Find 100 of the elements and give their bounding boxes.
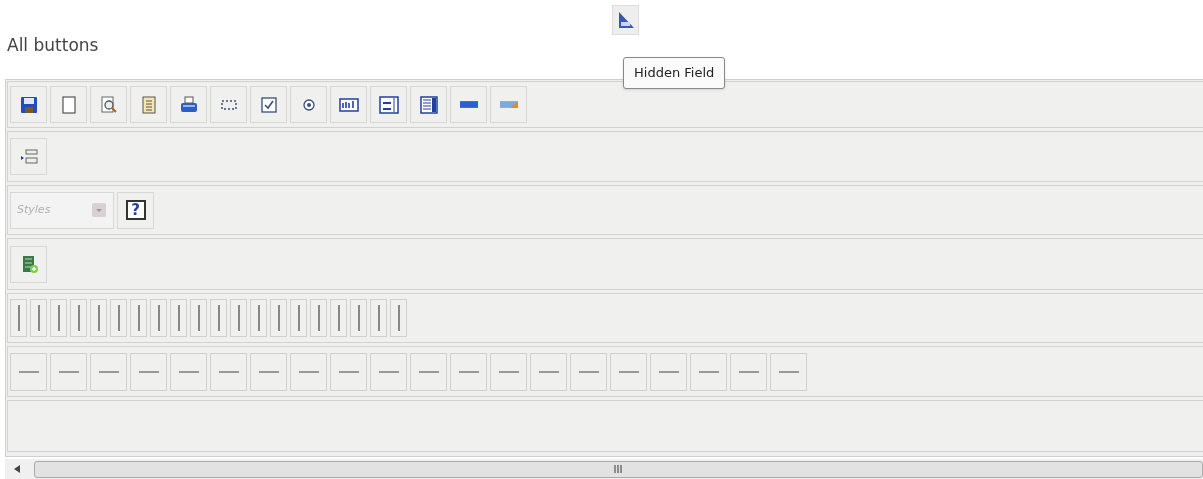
- vertical-line-icon: [397, 305, 400, 331]
- hidden-field-button[interactable]: [612, 5, 639, 35]
- image-button-icon: [499, 101, 518, 108]
- grip-icon: [614, 465, 623, 473]
- section-heading: All buttons: [7, 34, 99, 57]
- horizontal-rule-button[interactable]: [690, 352, 727, 391]
- horizontal-rule-button[interactable]: [530, 352, 567, 391]
- horizontal-line-icon: [58, 370, 79, 373]
- horizontal-rule-button[interactable]: [410, 352, 447, 391]
- horizontal-line-icon: [538, 370, 559, 373]
- horizontal-rule-button[interactable]: [10, 352, 47, 391]
- horizontal-rule-button[interactable]: [90, 352, 127, 391]
- form-button-button[interactable]: [450, 86, 487, 123]
- selection-list-button[interactable]: [410, 86, 447, 123]
- separator-button[interactable]: [290, 299, 307, 337]
- horizontal-rule-button[interactable]: [610, 352, 647, 391]
- option-insert-button[interactable]: [290, 86, 327, 123]
- separator-button[interactable]: [390, 299, 407, 337]
- media-button[interactable]: [10, 245, 47, 283]
- indent-button[interactable]: [10, 138, 47, 175]
- indent-icon: [18, 146, 39, 167]
- horizontal-line-icon: [498, 370, 519, 373]
- list-box-icon: [418, 94, 439, 115]
- horizontal-rule-button[interactable]: [730, 352, 767, 391]
- vertical-line-icon: [77, 305, 80, 331]
- horizontal-line-icon: [738, 370, 759, 373]
- horizontal-rule-button[interactable]: [450, 352, 487, 391]
- horizontal-rule-button[interactable]: [490, 352, 527, 391]
- vertical-line-icon: [337, 305, 340, 331]
- horizontal-rule-button[interactable]: [650, 352, 687, 391]
- text-field-button[interactable]: [330, 86, 367, 123]
- save-button[interactable]: [10, 86, 47, 123]
- vertical-line-icon: [197, 305, 200, 331]
- separator-button[interactable]: [110, 299, 127, 337]
- horizontal-line-icon: [418, 370, 439, 373]
- separator-button[interactable]: [10, 299, 27, 337]
- vertical-line-icon: [57, 305, 60, 331]
- templates-button[interactable]: [130, 86, 167, 123]
- horizontal-rule-button[interactable]: [170, 352, 207, 391]
- vertical-line-icon: [257, 305, 260, 331]
- horizontal-line-icon: [698, 370, 719, 373]
- horizontal-line-icon: [218, 370, 239, 373]
- vertical-line-icon: [277, 305, 280, 331]
- horizontal-line-icon: [98, 370, 119, 373]
- separator-button[interactable]: [310, 299, 327, 337]
- image-button-button[interactable]: [490, 86, 527, 123]
- horizontal-rule-button[interactable]: [290, 352, 327, 391]
- separator-button[interactable]: [330, 299, 347, 337]
- horizontal-rule-button[interactable]: [210, 352, 247, 391]
- horizontal-rule-button[interactable]: [330, 352, 367, 391]
- separator-button[interactable]: [130, 299, 147, 337]
- vertical-line-icon: [137, 305, 140, 331]
- separator-button[interactable]: [70, 299, 87, 337]
- horizontal-rule-button[interactable]: [50, 352, 87, 391]
- vertical-line-icon: [297, 305, 300, 331]
- separator-button[interactable]: [210, 299, 227, 337]
- separator-button[interactable]: [230, 299, 247, 337]
- horizontal-rule-button[interactable]: [770, 352, 807, 391]
- horizontal-line-icon: [178, 370, 199, 373]
- help-button[interactable]: ?: [117, 191, 154, 229]
- vertical-line-icon: [117, 305, 120, 331]
- new-page-button[interactable]: [50, 86, 87, 123]
- vertical-line-icon: [217, 305, 220, 331]
- preview-button[interactable]: [90, 86, 127, 123]
- horizontal-rule-button[interactable]: [570, 352, 607, 391]
- checkbox-icon: [258, 94, 279, 115]
- horizontal-line-icon: [618, 370, 639, 373]
- separator-button[interactable]: [90, 299, 107, 337]
- separator-button[interactable]: [50, 299, 67, 337]
- vertical-line-icon: [17, 305, 20, 331]
- separator-button[interactable]: [270, 299, 287, 337]
- vertical-line-icon: [157, 305, 160, 331]
- separator-button[interactable]: [170, 299, 187, 337]
- print-button[interactable]: [170, 86, 207, 123]
- separator-button[interactable]: [150, 299, 167, 337]
- separator-button[interactable]: [370, 299, 387, 337]
- vertical-line-icon: [177, 305, 180, 331]
- horizontal-line-icon: [458, 370, 479, 373]
- horizontal-line-icon: [298, 370, 319, 373]
- vertical-line-icon: [317, 305, 320, 331]
- horizontal-line-icon: [338, 370, 359, 373]
- scroll-left-icon: [14, 465, 20, 473]
- separator-button[interactable]: [350, 299, 367, 337]
- form-button[interactable]: [210, 86, 247, 123]
- horizontal-line-icon: [138, 370, 159, 373]
- separator-button[interactable]: [250, 299, 267, 337]
- page-magnifier-icon: [98, 94, 119, 115]
- textarea-button[interactable]: [370, 86, 407, 123]
- text-area-icon: [378, 94, 399, 115]
- horizontal-line-icon: [778, 370, 799, 373]
- horizontal-rule-button[interactable]: [370, 352, 407, 391]
- horizontal-rule-button[interactable]: [130, 352, 167, 391]
- separator-button[interactable]: [190, 299, 207, 337]
- horizontal-line-icon: [378, 370, 399, 373]
- horizontal-rule-button[interactable]: [250, 352, 287, 391]
- checkbox-button[interactable]: [250, 86, 287, 123]
- horizontal-line-icon: [658, 370, 679, 373]
- vertical-line-icon: [357, 305, 360, 331]
- vertical-line-icon: [97, 305, 100, 331]
- separator-button[interactable]: [30, 299, 47, 337]
